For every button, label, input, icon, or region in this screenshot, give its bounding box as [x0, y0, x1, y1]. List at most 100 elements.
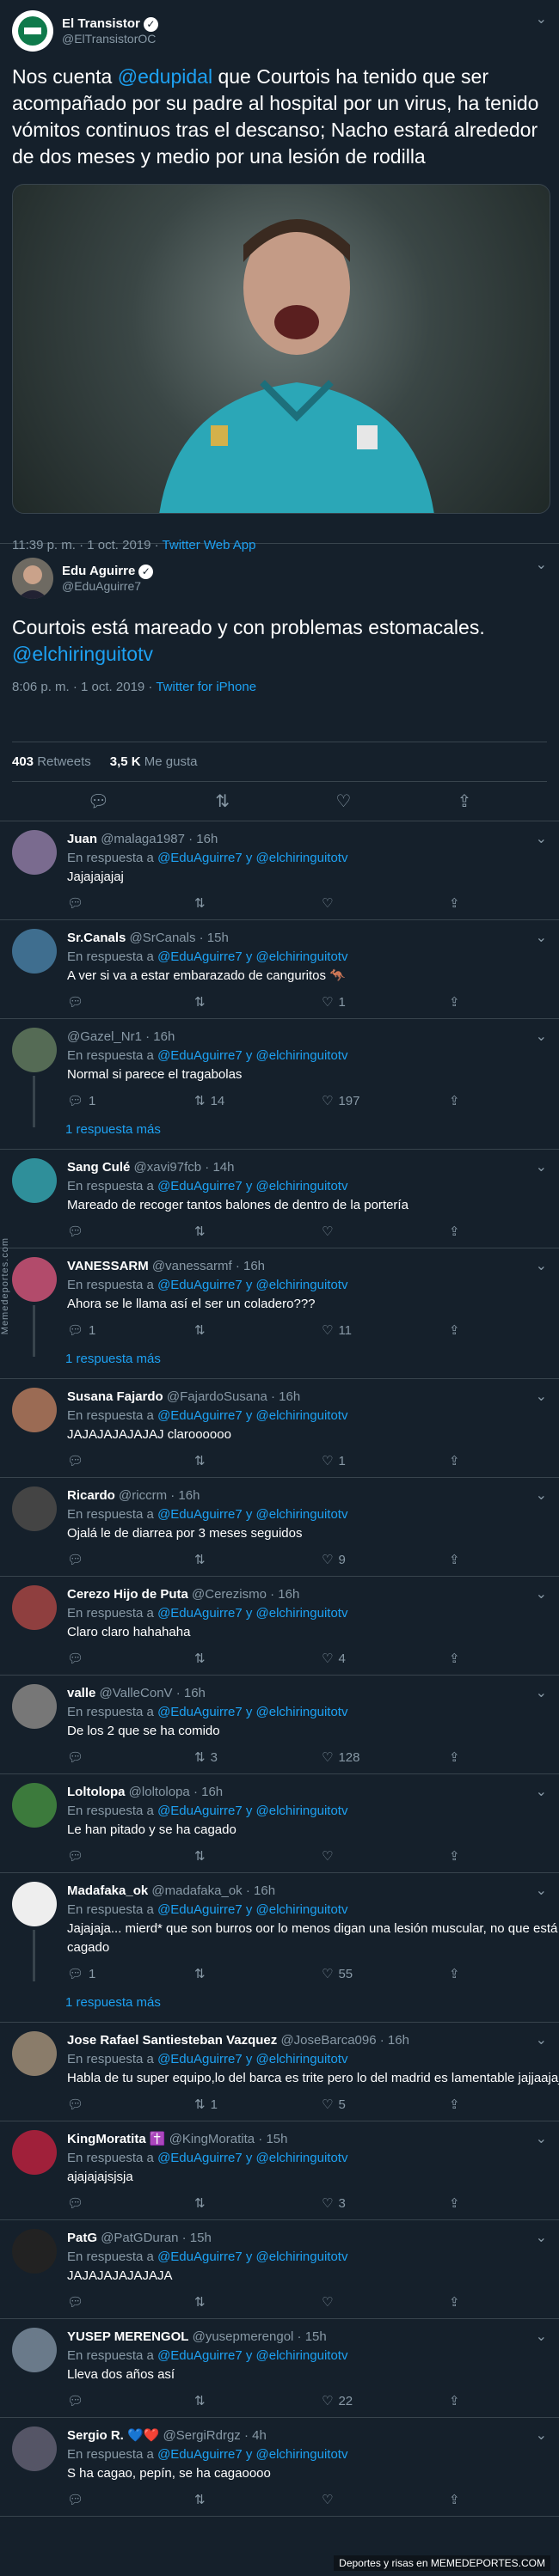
like-button[interactable]: ♡ 1: [322, 994, 449, 1010]
reply-button[interactable]: 💬︎: [67, 2195, 194, 2211]
like-button[interactable]: ♡ 3: [322, 2195, 449, 2212]
retweet-button[interactable]: ⇅: [194, 1322, 322, 1338]
avatar[interactable]: [12, 1882, 57, 1926]
retweet-button[interactable]: ⇅: [194, 1651, 322, 1666]
source-link[interactable]: Twitter for iPhone: [156, 680, 256, 694]
reply-handle[interactable]: @PatGDuran · 15h: [101, 2231, 212, 2245]
share-button[interactable]: ⇪: [449, 2393, 559, 2408]
reply-tweet[interactable]: ⌄ Madafaka_ok @madafaka_ok · 16h En respue…: [0, 1873, 559, 2023]
author-handle[interactable]: @EduAguirre7: [62, 579, 153, 593]
reply-button[interactable]: 💬︎: [67, 1848, 194, 1864]
reply-author-name[interactable]: PatG: [67, 2231, 97, 2245]
like-button[interactable]: ♡: [322, 2492, 449, 2507]
show-more-replies-link[interactable]: 1 respuesta más: [0, 1990, 559, 2022]
avatar[interactable]: [12, 929, 57, 974]
like-button[interactable]: ♡ 55: [322, 1966, 449, 1982]
avatar[interactable]: [12, 1158, 57, 1203]
share-button[interactable]: ⇪: [449, 1651, 559, 1666]
reply-button[interactable]: 💬︎: [67, 1453, 194, 1468]
reply-author-name[interactable]: Cerezo Hijo de Puta: [67, 1587, 188, 1602]
reply-button[interactable]: 💬︎: [67, 2393, 194, 2408]
reply-author-name[interactable]: YUSEP MERENGOL: [67, 2329, 188, 2344]
avatar[interactable]: [12, 1257, 57, 1302]
reply-tweet[interactable]: ⌄ KingMoratita ✝️ @KingMoratita · 15h En r…: [0, 2121, 559, 2220]
avatar[interactable]: [12, 10, 53, 52]
reply-tweet[interactable]: ⌄ Sang Culé @xavi97fcb · 14h En respuesta …: [0, 1150, 559, 1248]
tweet-image[interactable]: [12, 184, 550, 514]
reply-button[interactable]: 💬︎: [67, 2294, 194, 2310]
retweet-button[interactable]: ⇅: [194, 2492, 322, 2507]
reply-handle[interactable]: @KingMoratita · 15h: [169, 2132, 288, 2146]
share-button[interactable]: ⇪: [449, 2195, 559, 2211]
retweet-button[interactable]: ⇅: [194, 2294, 322, 2310]
like-button[interactable]: ♡ 4: [322, 1651, 449, 1667]
share-button[interactable]: ⇪: [449, 1093, 559, 1108]
reply-tweet[interactable]: ⌄ Susana Fajardo @FajardoSusana · 16h En r…: [0, 1379, 559, 1478]
reply-handle[interactable]: @loltolopa · 16h: [129, 1785, 223, 1799]
reply-button[interactable]: 💬︎: [67, 1651, 194, 1666]
avatar[interactable]: [12, 2130, 57, 2175]
share-button[interactable]: ⇪: [449, 1453, 559, 1468]
reply-button[interactable]: 💬︎: [67, 2492, 194, 2507]
reply-tweet[interactable]: ⌄ VANESSARM @vanessarmf · 16h En respuesta…: [0, 1248, 559, 1379]
reply-button[interactable]: 💬︎: [67, 1749, 194, 1765]
reply-author-name[interactable]: valle: [67, 1686, 95, 1700]
reply-button[interactable]: 💬︎ 1: [67, 1322, 194, 1339]
reply-author-name[interactable]: KingMoratita ✝️: [67, 2132, 166, 2146]
reply-author-name[interactable]: Juan: [67, 832, 97, 846]
share-button[interactable]: ⇪: [449, 2294, 559, 2310]
share-button[interactable]: ⇪: [449, 2492, 559, 2507]
like-button[interactable]: ♡ 22: [322, 2393, 449, 2409]
reply-tweet[interactable]: ⌄ Sr.Canals @SrCanals · 15h En respuesta a…: [0, 920, 559, 1019]
reply-tweet[interactable]: ⌄ Jose Rafael Santiesteban Vazquez @JoseB…: [0, 2023, 559, 2121]
share-button[interactable]: ⇪: [449, 895, 559, 911]
share-button[interactable]: ⇪: [449, 1848, 559, 1864]
retweet-button[interactable]: ⇅: [194, 2195, 322, 2211]
share-icon[interactable]: ⇪: [458, 791, 472, 812]
reply-author-name[interactable]: Jose Rafael Santiesteban Vazquez: [67, 2033, 277, 2048]
reply-author-name[interactable]: VANESSARM: [67, 1259, 149, 1273]
author-name[interactable]: El Transistor: [62, 16, 140, 31]
reply-handle[interactable]: @ValleConV · 16h: [100, 1686, 206, 1700]
retweet-button[interactable]: ⇅ 3: [194, 1749, 322, 1766]
retweet-button[interactable]: ⇅ 14: [194, 1093, 322, 1109]
retweet-count[interactable]: 403 Retweets: [12, 754, 91, 769]
reply-tweet[interactable]: ⌄ valle @ValleConV · 16h En respuesta a @E…: [0, 1676, 559, 1774]
like-button[interactable]: ♡ 11: [322, 1322, 449, 1339]
reply-handle[interactable]: @Gazel_Nr1 · 16h: [67, 1029, 175, 1044]
chevron-down-icon[interactable]: ⌄: [536, 10, 547, 27]
avatar[interactable]: [12, 1783, 57, 1828]
reply-button[interactable]: 💬︎: [67, 1224, 194, 1239]
reply-button[interactable]: 💬︎: [67, 895, 194, 911]
reply-button[interactable]: 💬︎: [67, 1552, 194, 1567]
like-button[interactable]: ♡: [322, 895, 449, 911]
avatar[interactable]: [12, 2031, 57, 2076]
reply-button[interactable]: 💬︎ 1: [67, 1966, 194, 1982]
share-button[interactable]: ⇪: [449, 1224, 559, 1239]
reply-author-name[interactable]: Loltolopa: [67, 1785, 126, 1799]
share-button[interactable]: ⇪: [449, 1552, 559, 1567]
author-handle[interactable]: @ElTransistorOC: [62, 32, 158, 46]
share-button[interactable]: ⇪: [449, 1966, 559, 1981]
reply-icon[interactable]: 💬︎: [88, 791, 109, 812]
show-more-replies-link[interactable]: 1 respuesta más: [0, 1117, 559, 1149]
reply-handle[interactable]: @malaga1987 · 16h: [101, 832, 218, 846]
reply-handle[interactable]: @xavi97fcb · 14h: [134, 1160, 235, 1175]
retweet-button[interactable]: ⇅: [194, 994, 322, 1010]
avatar[interactable]: [12, 1585, 57, 1630]
reply-button[interactable]: 💬︎: [67, 2097, 194, 2112]
share-button[interactable]: ⇪: [449, 1749, 559, 1765]
retweet-button[interactable]: ⇅: [194, 1453, 322, 1468]
like-button[interactable]: ♡: [322, 2294, 449, 2310]
like-button[interactable]: ♡ 5: [322, 2097, 449, 2113]
avatar[interactable]: [12, 558, 53, 599]
reply-handle[interactable]: @Cerezismo · 16h: [192, 1587, 299, 1602]
reply-author-name[interactable]: Sang Culé: [67, 1160, 130, 1175]
avatar[interactable]: [12, 1684, 57, 1729]
avatar[interactable]: [12, 1028, 57, 1072]
like-button[interactable]: ♡ 9: [322, 1552, 449, 1568]
reply-tweet[interactable]: ⌄ YUSEP MERENGOL @yusepmerengol · 15h En r…: [0, 2319, 559, 2418]
retweet-button[interactable]: ⇅: [194, 1224, 322, 1239]
like-button[interactable]: ♡ 128: [322, 1749, 449, 1766]
retweet-button[interactable]: ⇅: [194, 1552, 322, 1567]
